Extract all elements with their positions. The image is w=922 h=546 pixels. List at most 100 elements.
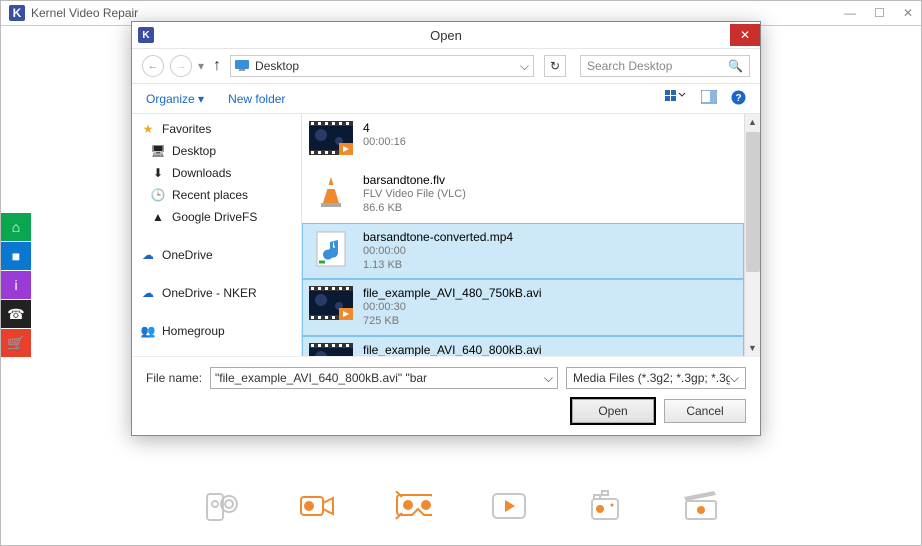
scroll-thumb[interactable] [746,132,760,272]
open-button[interactable]: Open [572,399,654,423]
file-meta-1: 00:00:16 [363,135,406,149]
scrollbar[interactable]: ▲ ▼ [744,114,760,356]
desktop-icon [235,60,249,72]
file-thumbnail [309,121,353,159]
file-name: barsandtone-converted.mp4 [363,230,513,244]
nav-item-label: Homegroup [162,324,225,338]
file-row[interactable]: barsandtone-converted.mp400:00:001.13 KB [302,223,744,280]
dialog-logo: K [138,27,154,43]
nav-item-label: Google DriveFS [172,210,257,224]
vr-icon [394,487,432,525]
homegroup-icon: 👥 [140,323,156,339]
refresh-button[interactable]: ↻ [544,55,566,77]
decor-icons-row [1,487,921,525]
file-name: 4 [363,121,406,135]
nav-item[interactable]: ⬇ Downloads [132,162,301,184]
new-folder-button[interactable]: New folder [228,92,285,106]
chevron-down-icon[interactable]: ⌵ [730,371,739,386]
file-name: file_example_AVI_480_750kB.avi [363,286,542,300]
app-title: Kernel Video Repair [31,6,138,20]
file-thumbnail [309,286,353,324]
scroll-up-button[interactable]: ▲ [745,114,760,130]
nav-item-label: OneDrive - NKER [162,286,257,300]
location-bar[interactable]: Desktop ⌵ [230,55,534,77]
chevron-down-icon[interactable]: ⌵ [544,371,553,386]
file-type-select[interactable]: Media Files (*.3g2; *.3gp; *.3gp2 ⌵ [566,367,746,389]
help-button[interactable]: ? [731,90,746,108]
svg-text:?: ? [735,93,741,104]
nav-header-homegroup[interactable]: 👥 Homegroup [132,320,301,342]
chevron-down-icon[interactable]: ⌵ [520,59,529,74]
clapper-icon [682,487,720,525]
action-cam-icon [586,487,624,525]
nav-item[interactable]: 🖥 Desktop [132,140,301,162]
preview-pane-button[interactable] [701,90,717,107]
home-icon[interactable]: ⌂ [1,213,31,241]
onedrive-icon: ☁ [140,247,156,263]
up-button[interactable]: ↑ [210,57,224,75]
file-name-input[interactable]: "file_example_AVI_640_800kB.avi" "bar ⌵ [210,367,558,389]
phone-icon[interactable]: ☎ [1,300,31,328]
file-row[interactable]: file_example_AVI_480_750kB.avi00:00:3072… [302,279,744,336]
onedrive-icon: ☁ [140,285,156,301]
nav-item[interactable]: 🕒 Recent places [132,184,301,206]
file-thumbnail [309,230,353,268]
nav-item-label: Desktop [172,144,216,158]
file-thumbnail [309,343,353,356]
file-name-value: "file_example_AVI_640_800kB.avi" "bar [215,371,427,385]
close-button[interactable]: ✕ [903,6,913,20]
nav-header-onedrive[interactable]: ☁ OneDrive [132,244,301,266]
open-file-dialog: K Open ✕ ← → ▾ ↑ Desktop ⌵ ↻ Search Desk… [131,21,761,436]
file-meta-1: 00:00:30 [363,300,542,314]
nav-header-onedrive - nker[interactable]: ☁ OneDrive - NKER [132,282,301,304]
search-placeholder: Search Desktop [587,59,672,73]
nav-item-label: Favorites [162,122,211,136]
file-type-value: Media Files (*.3g2; *.3gp; *.3gp2 [573,371,730,385]
file-meta-2: 1.13 KB [363,258,513,272]
location-text: Desktop [255,59,299,73]
view-options-button[interactable] [665,90,687,107]
dialog-close-button[interactable]: ✕ [730,24,760,46]
nav-item-label: OneDrive [162,248,213,262]
forward-button[interactable]: → [170,55,192,77]
video-icon[interactable]: ■ [1,242,31,270]
search-input[interactable]: Search Desktop 🔍 [580,55,750,77]
search-icon: 🔍 [728,59,743,73]
maximize-button[interactable]: ☐ [874,6,885,20]
dialog-title: Open [430,28,462,43]
file-meta-2: 86.6 KB [363,201,466,215]
info-icon[interactable]: i [1,271,31,299]
nav-item[interactable]: ▲ Google DriveFS [132,206,301,228]
nav-header-favorites[interactable]: ★ Favorites [132,118,301,140]
file-row[interactable]: file_example_AVI_640_800kB.avi00:00:3080… [302,336,744,356]
recent-icon: 🕒 [150,187,166,203]
file-meta-2: 725 KB [363,314,542,328]
camcorder-icon [298,487,336,525]
navigation-pane[interactable]: ★ Favorites 🖥 Desktop ⬇ Downloads 🕒 Recent plac… [132,114,302,356]
file-meta-1: 00:00:00 [363,244,513,258]
cart-icon[interactable]: 🛒 [1,329,31,357]
file-row[interactable]: 400:00:16 [302,114,744,166]
file-meta-1: FLV Video File (VLC) [363,187,466,201]
file-row[interactable]: barsandtone.flvFLV Video File (VLC)86.6 … [302,166,744,223]
desktop-icon: 🖥 [150,143,166,159]
nav-item-label: Recent places [172,188,248,202]
cancel-button[interactable]: Cancel [664,399,746,423]
selfie-icon [202,487,240,525]
file-thumbnail [309,173,353,211]
minimize-button[interactable]: — [844,6,856,20]
app-logo: K [9,5,25,21]
gdrive-icon: ▲ [150,209,166,225]
side-tabs: ⌂■i☎🛒 [1,213,31,358]
back-button[interactable]: ← [142,55,164,77]
nav-item-label: Downloads [172,166,231,180]
file-name: file_example_AVI_640_800kB.avi [363,343,542,356]
star-icon: ★ [140,121,156,137]
organize-menu[interactable]: Organize ▾ [146,92,204,106]
file-name-label: File name: [146,371,202,385]
downloads-icon: ⬇ [150,165,166,181]
history-dropdown[interactable]: ▾ [198,59,204,73]
file-name: barsandtone.flv [363,173,466,187]
file-list[interactable]: 400:00:16barsandtone.flvFLV Video File (… [302,114,760,356]
scroll-down-button[interactable]: ▼ [745,340,760,356]
